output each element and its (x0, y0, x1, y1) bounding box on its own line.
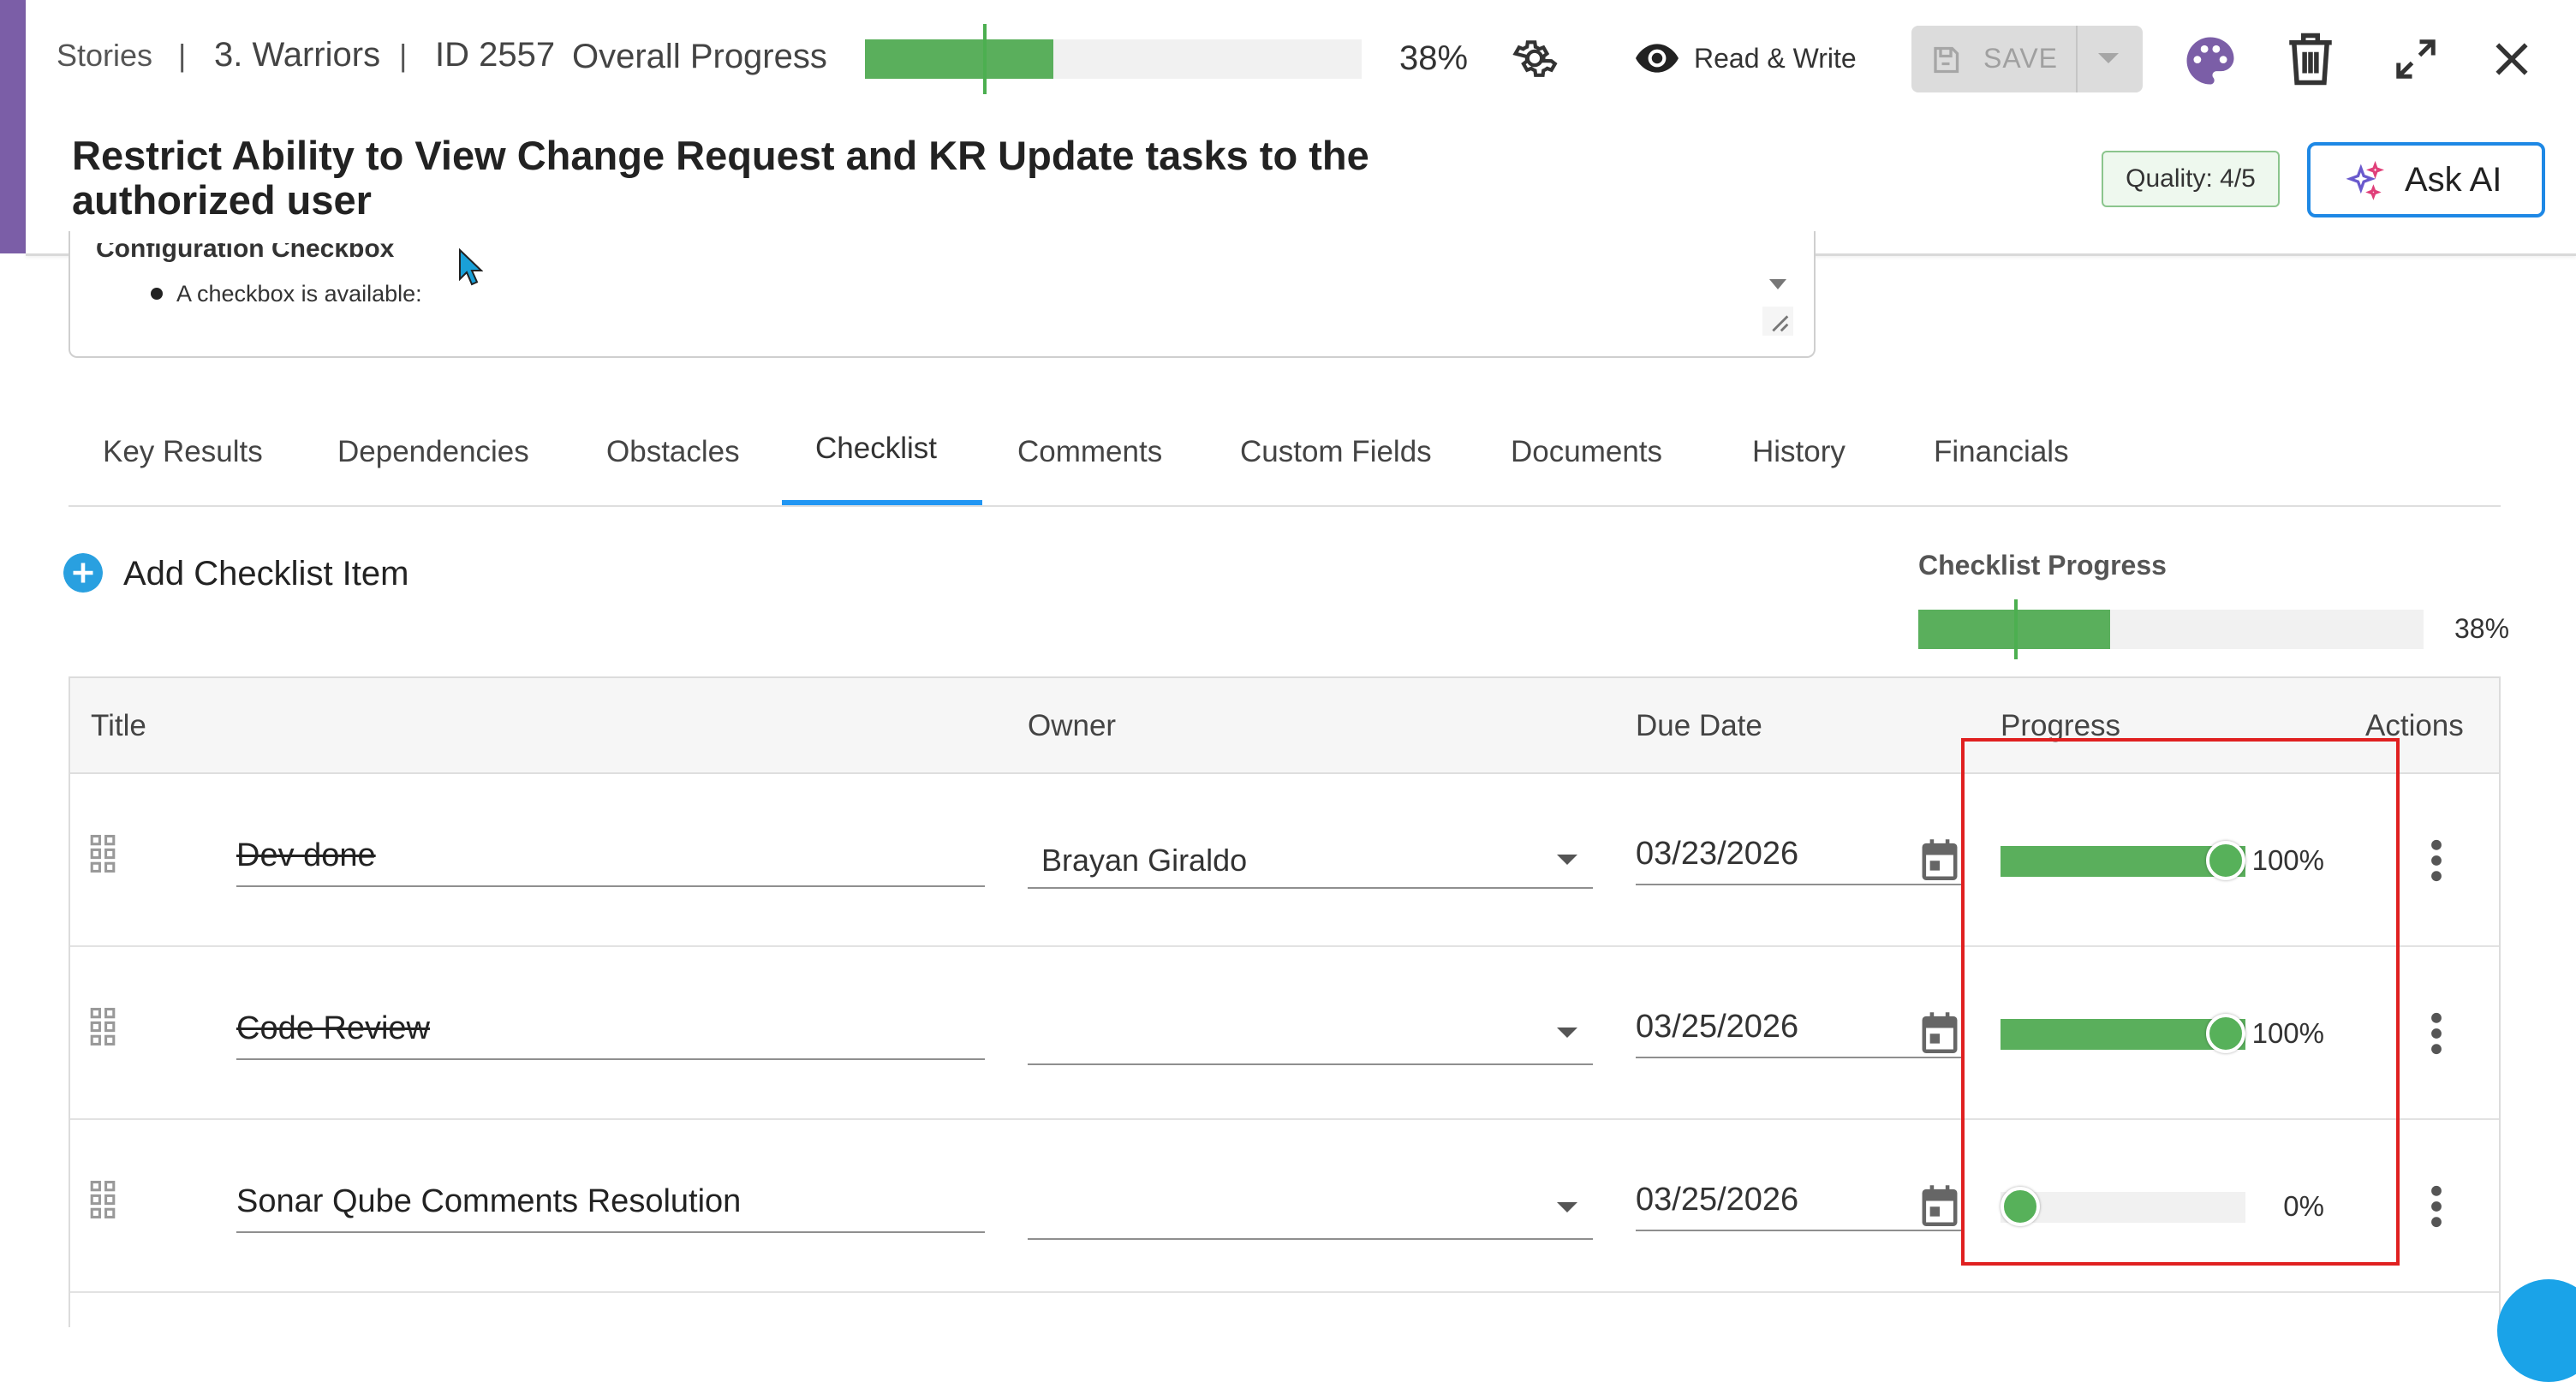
owner-select[interactable] (1028, 1187, 1593, 1240)
chevron-down-icon[interactable] (1557, 1202, 1577, 1212)
breadcrumb-separator: | (178, 38, 187, 73)
description-bullet-text: A checkbox is available: (176, 281, 422, 307)
tab-dependencies[interactable]: Dependencies (337, 435, 529, 469)
drag-handle-icon[interactable] (89, 1180, 116, 1219)
checklist-item-title-text: Dev done (236, 837, 376, 873)
add-checklist-item-button[interactable]: Add Checklist Item (123, 555, 408, 593)
tab-obstacles[interactable]: Obstacles (606, 435, 740, 469)
quality-badge[interactable]: Quality: 4/5 (2102, 151, 2280, 207)
kebab-menu-icon[interactable] (2430, 1185, 2442, 1228)
due-date-value: 03/25/2026 (1636, 1182, 1799, 1218)
eye-icon (1636, 44, 1679, 73)
due-date-input[interactable]: 03/23/2026 (1636, 831, 1961, 885)
checklist-progress-label: Checklist Progress (1918, 550, 2167, 581)
due-date-input[interactable]: 03/25/2026 (1636, 1176, 1961, 1231)
tab-comments[interactable]: Comments (1017, 435, 1162, 469)
close-icon[interactable] (2490, 38, 2533, 80)
column-header-title[interactable]: Title (91, 709, 146, 743)
resize-handle-icon[interactable] (1762, 307, 1793, 336)
owner-select[interactable] (1028, 1012, 1593, 1065)
ask-ai-label: Ask AI (2405, 161, 2502, 199)
checklist-progress-percent: 38% (2454, 613, 2510, 644)
tab-history[interactable]: History (1752, 435, 1846, 469)
drag-handle-icon[interactable] (89, 1007, 116, 1046)
checklist-item-title[interactable]: Sonar Qube Comments Resolution (236, 1178, 985, 1233)
column-header-due-date[interactable]: Due Date (1636, 709, 1762, 743)
chevron-down-icon[interactable] (1557, 1028, 1577, 1038)
drag-handle-icon[interactable] (89, 834, 116, 873)
save-disk-icon (1934, 46, 1959, 74)
checklist-item-title[interactable]: Code Review (236, 1005, 985, 1060)
overall-progress-label: Overall Progress (572, 38, 827, 75)
story-title[interactable]: Restrict Ability to View Change Request … (72, 134, 1545, 223)
plus-icon[interactable] (63, 553, 103, 593)
due-date-value: 03/23/2026 (1636, 836, 1799, 872)
checklist-item-title[interactable]: Dev done (236, 832, 985, 887)
save-options-chevron-down-icon[interactable] (2098, 53, 2119, 63)
breadcrumb-separator: | (399, 38, 408, 73)
expand-icon[interactable] (2393, 36, 2439, 82)
chat-launcher-button[interactable] (2497, 1279, 2576, 1382)
active-tab-indicator (782, 500, 982, 505)
checklist-progress-target-marker (2014, 599, 2018, 659)
column-header-actions: Actions (2365, 709, 2464, 742)
checklist-item-title-text: Sonar Qube Comments Resolution (236, 1183, 742, 1219)
row-divider (70, 945, 2499, 947)
progress-percent: 0% (2283, 1190, 2324, 1222)
tab-key-results[interactable]: Key Results (103, 435, 263, 469)
checklist-progress-bar (1918, 599, 2424, 659)
column-header-progress[interactable]: Progress (2001, 709, 2120, 743)
bullet-dot (151, 288, 163, 300)
owner-select[interactable]: Brayan Giraldo (1028, 836, 1593, 889)
kebab-menu-icon[interactable] (2430, 1012, 2442, 1055)
breadcrumb-section[interactable]: Stories (57, 38, 152, 74)
palette-icon[interactable] (2182, 33, 2239, 89)
tabs-divider (69, 505, 2501, 507)
breadcrumb-id: ID 2557 (435, 36, 556, 74)
overall-progress-bar (865, 24, 1362, 94)
chevron-down-icon[interactable] (1557, 855, 1577, 865)
sparkle-icon (2346, 161, 2385, 200)
scroll-down-arrow-icon[interactable] (1769, 279, 1786, 289)
overall-progress-percent: 38% (1399, 39, 1469, 77)
tab-documents[interactable]: Documents (1511, 435, 1662, 469)
progress-percent: 100% (2251, 1017, 2324, 1049)
trash-icon[interactable] (2287, 31, 2334, 87)
calendar-icon[interactable] (1920, 1010, 1959, 1053)
progress-slider-thumb[interactable] (2001, 1187, 2040, 1226)
overall-progress-target-marker (983, 24, 987, 94)
kebab-menu-icon[interactable] (2430, 839, 2442, 882)
tab-checklist[interactable]: Checklist (815, 432, 937, 466)
overall-progress-fill (865, 39, 1054, 79)
read-write-mode[interactable]: Read & Write (1694, 43, 1857, 74)
cursor-icon (459, 248, 483, 286)
owner-name: Brayan Giraldo (1041, 843, 1248, 878)
save-label: SAVE (1983, 43, 2058, 74)
breadcrumb-team[interactable]: 3. Warriors (214, 36, 380, 74)
due-date-input[interactable]: 03/25/2026 (1636, 1004, 1961, 1058)
due-date-value: 03/25/2026 (1636, 1009, 1799, 1045)
row-divider (70, 1118, 2499, 1120)
progress-percent: 100% (2251, 844, 2324, 876)
accent-strip (0, 0, 26, 253)
calendar-icon[interactable] (1920, 837, 1959, 880)
checklist-item-title-text: Code Review (236, 1010, 430, 1046)
tab-financials[interactable]: Financials (1934, 435, 2069, 469)
column-header-owner[interactable]: Owner (1028, 709, 1116, 743)
calendar-icon[interactable] (1920, 1183, 1959, 1226)
tab-custom-fields[interactable]: Custom Fields (1240, 435, 1432, 469)
table-header (70, 678, 2499, 774)
save-divider (2076, 26, 2078, 92)
row-divider (70, 1291, 2499, 1293)
gear-icon[interactable] (1511, 34, 1559, 82)
